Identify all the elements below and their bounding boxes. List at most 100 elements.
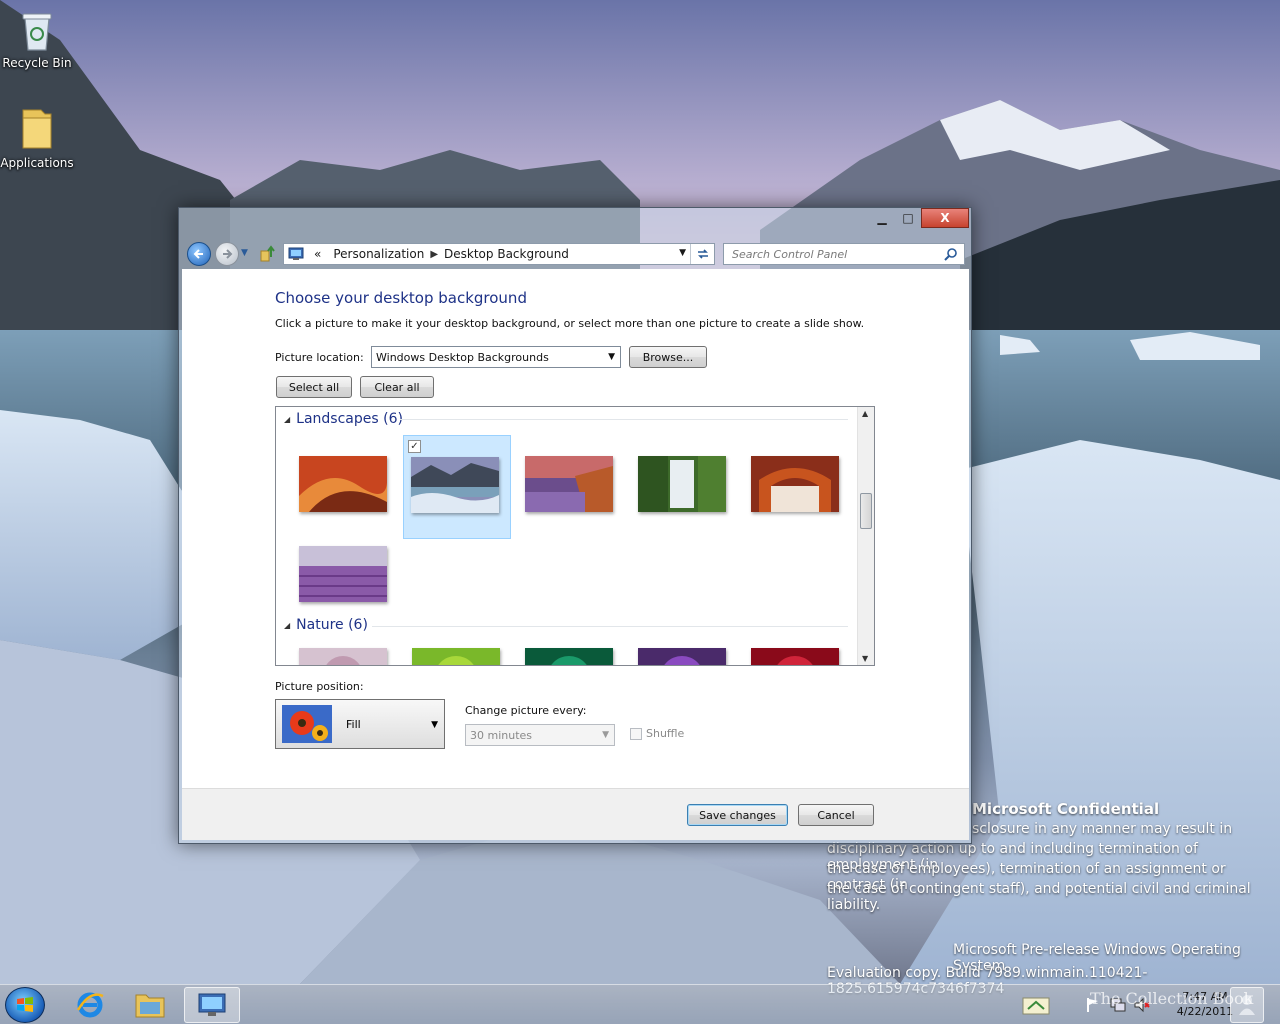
collapse-triangle-icon: ◢ <box>284 414 291 424</box>
windows-logo-icon <box>17 997 33 1012</box>
browse-button[interactable]: Browse... <box>629 346 707 368</box>
breadcrumb-overflow[interactable]: « <box>308 247 327 261</box>
wallpaper-thumbnail[interactable] <box>278 435 387 539</box>
wallpaper-image <box>412 648 500 665</box>
group-header-landscapes[interactable]: ◢ Landscapes (6) <box>284 411 403 427</box>
desktop-icon-recycle-bin[interactable]: Recycle Bin <box>0 8 74 70</box>
cancel-button[interactable]: Cancel <box>798 804 874 826</box>
forward-button[interactable] <box>215 242 239 266</box>
back-button[interactable] <box>187 242 211 266</box>
change-interval-select[interactable]: 30 minutes ▼ <box>465 724 615 746</box>
wallpaper-image <box>751 648 839 665</box>
search-input[interactable] <box>732 247 932 261</box>
group-title: Landscapes (6) <box>296 411 403 427</box>
scrollbar-thumb[interactable] <box>860 493 872 529</box>
wallpaper-thumbnail[interactable] <box>391 627 500 665</box>
wallpaper-image <box>299 546 387 602</box>
wallpaper-thumbnail[interactable] <box>278 525 387 629</box>
scroll-down-icon[interactable]: ▼ <box>862 654 868 663</box>
wallpaper-image <box>638 648 726 665</box>
dialog-footer: Save changes Cancel <box>182 788 969 840</box>
desktop-icon-label: Recycle Bin <box>2 56 72 70</box>
taskbar: 7:47 AM 4/22/2011 <box>0 984 1280 1024</box>
picture-position-label: Picture position: <box>275 680 364 693</box>
wallpaper-image <box>638 456 726 512</box>
desktop-icon-label: Applications <box>0 156 74 170</box>
checkbox-box[interactable] <box>630 727 642 740</box>
title-bar[interactable]: ▁ □ X <box>179 208 971 236</box>
taskbar-internet-explorer[interactable] <box>62 987 118 1023</box>
group-divider <box>400 419 848 420</box>
taskbar-file-explorer[interactable] <box>122 987 178 1023</box>
dropdown-arrow-icon: ▼ <box>608 352 615 362</box>
arrow-right-icon <box>223 249 233 259</box>
shuffle-label: Shuffle <box>646 727 685 740</box>
save-changes-button[interactable]: Save changes <box>687 804 788 826</box>
internet-explorer-icon <box>76 992 104 1018</box>
picture-position-value: Fill <box>346 718 361 731</box>
wallpaper-image <box>525 456 613 512</box>
watermark-title: Microsoft Confidential <box>972 800 1160 818</box>
wallpaper-thumbnail[interactable] <box>730 435 839 539</box>
dropdown-arrow-icon: ▼ <box>431 720 438 730</box>
refresh-icon <box>697 249 708 259</box>
picture-location-value: Windows Desktop Backgrounds <box>376 350 549 364</box>
up-button[interactable] <box>259 245 275 266</box>
breadcrumb-separator-icon[interactable]: ▶ <box>430 249 438 260</box>
wallpaper-thumbnail[interactable] <box>504 435 613 539</box>
clear-all-button[interactable]: Clear all <box>360 376 434 398</box>
maximize-button[interactable]: □ <box>895 208 921 228</box>
search-icon[interactable] <box>944 247 958 261</box>
shuffle-checkbox[interactable]: Shuffle <box>630 727 684 740</box>
taskbar-control-panel[interactable] <box>184 987 240 1023</box>
wallpaper-thumbnail[interactable] <box>617 627 726 665</box>
recent-pages-dropdown[interactable]: ▼ <box>241 248 248 258</box>
wallpaper-thumbnail[interactable] <box>278 627 387 665</box>
change-interval-value: 30 minutes <box>470 728 533 742</box>
control-panel-icon <box>198 993 226 1016</box>
picture-location-select[interactable]: Windows Desktop Backgrounds ▼ <box>371 346 621 368</box>
wallpaper-thumbnail[interactable] <box>730 627 839 665</box>
up-level-icon <box>260 245 275 262</box>
desktop-background-window: ▁ □ X ▼ « Personalization ▶ Desktop Back… <box>178 207 972 844</box>
picture-position-select[interactable]: Fill ▼ <box>275 699 445 749</box>
page-description: Click a picture to make it your desktop … <box>275 317 865 330</box>
address-dropdown-icon[interactable]: ▼ <box>679 248 686 258</box>
navigation-bar: ▼ « Personalization ▶ Desktop Background… <box>179 239 971 269</box>
page-title: Choose your desktop background <box>275 289 527 307</box>
breadcrumb-personalization[interactable]: Personalization <box>327 247 430 261</box>
wallpaper-image <box>751 456 839 512</box>
content-pane: Choose your desktop background Click a p… <box>182 269 969 788</box>
breadcrumb-desktop-background[interactable]: Desktop Background <box>438 247 575 261</box>
wallpaper-gallery[interactable]: ◢ Landscapes (6) ✓ ◢ Nature (6) ▲ ▼ <box>275 406 875 666</box>
change-picture-label: Change picture every: <box>465 704 587 717</box>
close-button[interactable]: X <box>921 208 969 228</box>
address-bar[interactable]: « Personalization ▶ Desktop Background ▼ <box>283 243 715 265</box>
wallpaper-thumbnail-selected[interactable]: ✓ <box>403 435 511 539</box>
wallpaper-image <box>299 648 387 665</box>
position-preview-image <box>282 705 332 743</box>
start-button[interactable] <box>5 987 45 1023</box>
brand-watermark: The Collection Book <box>1090 989 1254 1008</box>
control-panel-icon <box>288 247 304 260</box>
thumbnail-checkbox[interactable]: ✓ <box>408 440 421 453</box>
picture-location-label: Picture location: <box>275 351 364 364</box>
action-center-icon[interactable] <box>1022 997 1050 1015</box>
minimize-button[interactable]: ▁ <box>869 208 895 228</box>
wallpaper-thumbnail[interactable] <box>617 435 726 539</box>
arrow-left-icon <box>193 249 203 259</box>
folder-icon <box>135 994 165 1018</box>
gallery-scrollbar[interactable]: ▲ ▼ <box>857 407 874 665</box>
watermark-line: the case of contingent staff), and poten… <box>827 881 1251 913</box>
recycle-bin-icon <box>22 13 52 51</box>
scroll-up-icon[interactable]: ▲ <box>862 409 868 418</box>
select-all-button[interactable]: Select all <box>276 376 352 398</box>
refresh-button[interactable] <box>690 244 714 264</box>
watermark-line: sclosure in any manner may result in <box>972 821 1233 837</box>
wallpaper-image <box>299 456 387 512</box>
desktop-icon-applications[interactable]: Applications <box>0 104 74 170</box>
wallpaper-thumbnail[interactable] <box>504 627 613 665</box>
search-box[interactable] <box>723 243 965 265</box>
wallpaper-image <box>525 648 613 665</box>
wallpaper-image <box>411 457 499 513</box>
